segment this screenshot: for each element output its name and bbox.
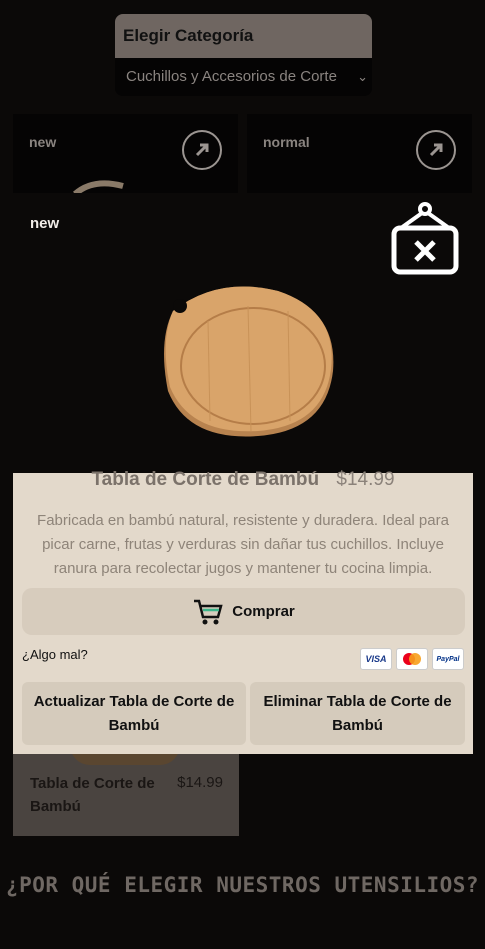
update-product-button[interactable]: Actualizar Tabla de Corte de Bambú [22, 682, 246, 745]
category-title: Elegir Categoría [115, 14, 372, 58]
product-badge: normal [263, 134, 310, 150]
product-thumbnail-image [73, 180, 124, 194]
product-name: Tabla de Corte de Bambú [30, 775, 155, 815]
product-image [164, 286, 334, 437]
product-modal-image-area: new [13, 193, 473, 473]
section-heading: ¿POR QUÉ ELEGIR NUESTROS UTENSILIOS? [5, 873, 480, 897]
visa-icon: VISA [360, 648, 392, 670]
product-price: $14.99 [336, 469, 395, 490]
close-sign-icon[interactable] [389, 200, 461, 278]
category-select[interactable]: Cuchillos y Accesorios de Corte ⌄ [115, 58, 372, 96]
buy-button[interactable]: Comprar [22, 588, 465, 635]
cart-icon [194, 599, 223, 624]
product-card[interactable]: normal [247, 114, 472, 194]
product-card[interactable]: new [13, 114, 238, 194]
arrow-up-right-icon [195, 143, 209, 157]
product-name: Tabla de Corte de Bambú [91, 469, 320, 490]
mastercard-icon [396, 648, 428, 670]
product-title-row: Tabla de Corte de Bambú $14.99 [13, 468, 473, 492]
open-product-button[interactable] [182, 130, 222, 170]
payment-methods: VISA PayPal [360, 648, 464, 670]
open-product-button[interactable] [416, 130, 456, 170]
category-selector: Elegir Categoría Cuchillos y Accesorios … [115, 14, 372, 96]
arrow-up-right-icon [429, 143, 443, 157]
product-modal-details: Tabla de Corte de Bambú $14.99 Fabricada… [13, 469, 473, 754]
paypal-icon: PayPal [432, 648, 464, 670]
product-badge: new [30, 215, 60, 232]
report-link[interactable]: ¿Algo mal? [22, 647, 88, 662]
category-selected-value: Cuchillos y Accesorios de Corte [126, 68, 337, 85]
delete-product-button[interactable]: Eliminar Tabla de Corte de Bambú [250, 682, 465, 745]
product-badge: new [29, 134, 57, 150]
chevron-down-icon: ⌄ [357, 69, 368, 84]
buy-button-label: Comprar [232, 603, 295, 620]
product-description: Fabricada en bambú natural, resistente y… [37, 512, 449, 577]
product-price: $14.99 [177, 774, 223, 791]
